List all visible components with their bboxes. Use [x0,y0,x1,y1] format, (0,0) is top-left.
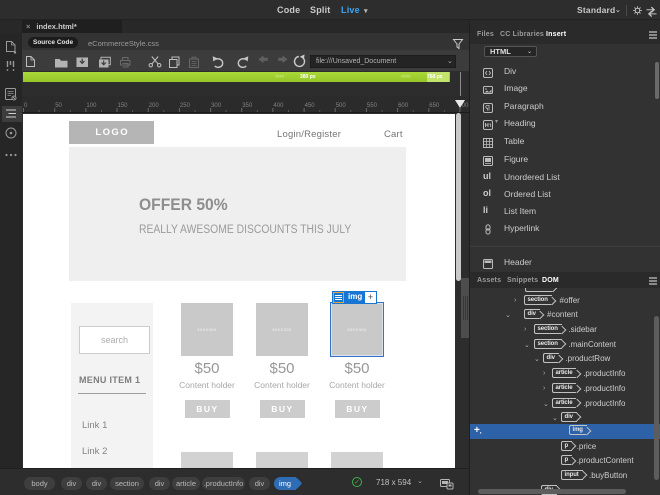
svg-text:350: 350 [242,103,253,109]
svg-text:250: 250 [180,103,191,109]
svg-text:300: 300 [211,103,222,109]
svg-text:550: 550 [367,103,378,109]
svg-text:0: 0 [24,103,28,109]
svg-text:200: 200 [149,103,160,109]
svg-text:650: 650 [429,103,440,109]
svg-text:400: 400 [273,103,284,109]
svg-text:500: 500 [336,103,347,109]
svg-text:600: 600 [398,103,409,109]
svg-text:150: 150 [118,103,129,109]
svg-text:450: 450 [305,103,316,109]
svg-text:100: 100 [86,103,97,109]
svg-text:50: 50 [55,103,62,109]
